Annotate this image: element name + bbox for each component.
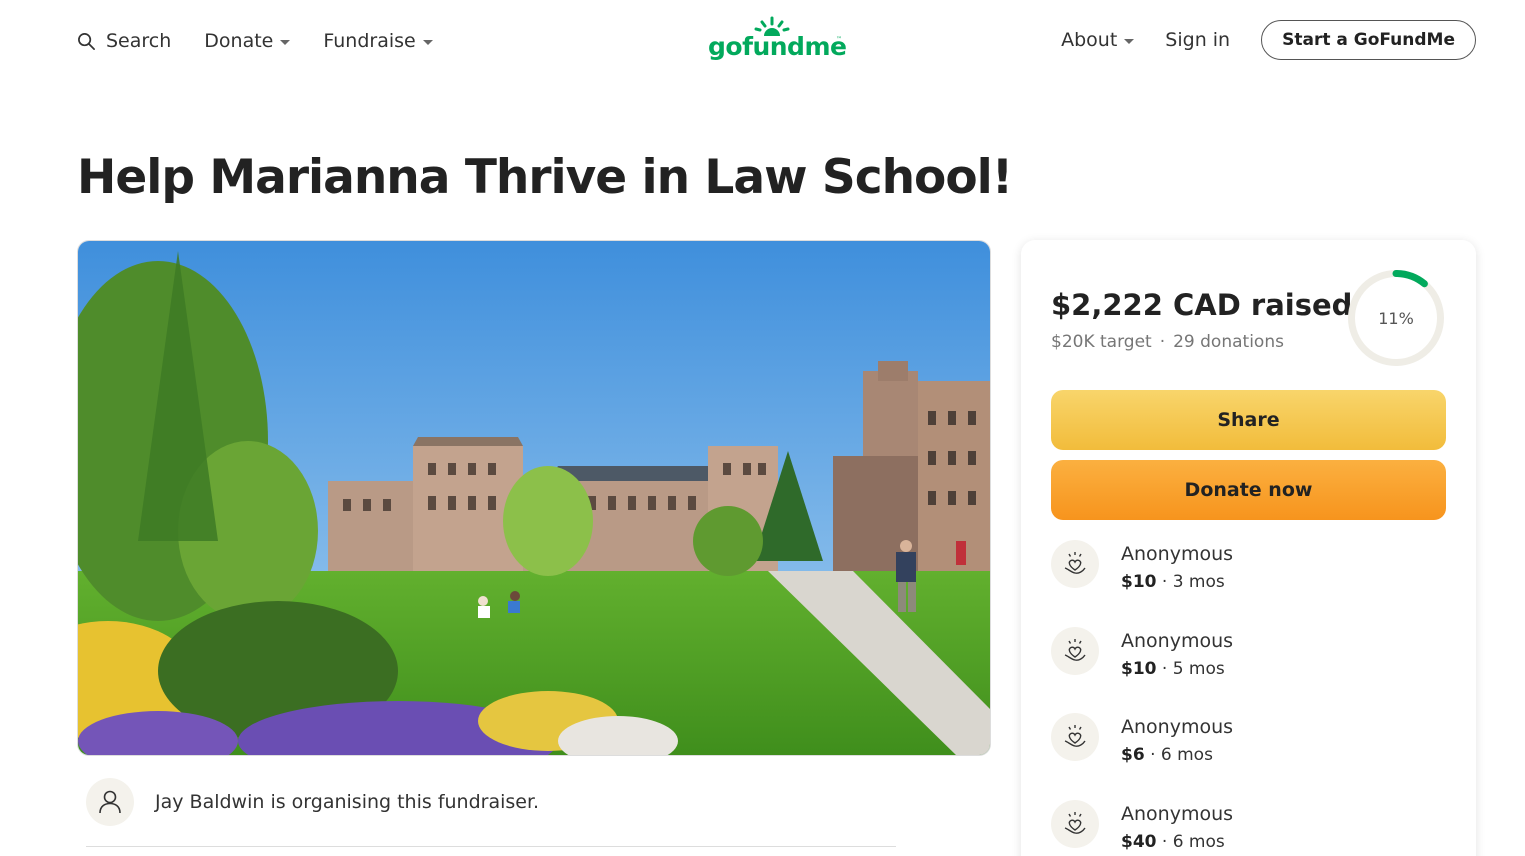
donor-name: Anonymous (1121, 716, 1234, 738)
donation-details: $10 · 5 mos (1121, 659, 1225, 679)
target-amount: $20K target (1051, 332, 1152, 352)
donate-menu-label: Donate (204, 30, 274, 52)
fundraise-menu[interactable]: Fundraise (323, 30, 433, 52)
organizer-avatar (86, 778, 134, 826)
site-header: Search Donate Fundraise gofundme ™ About (0, 0, 1525, 82)
donation-time: · 6 mos (1144, 745, 1213, 765)
donation-details: $10 · 3 mos (1121, 572, 1225, 592)
heart-hand-icon (1051, 799, 1099, 848)
nav-left: Search Donate Fundraise (77, 26, 466, 56)
caret-down-icon (280, 39, 291, 45)
heart-hand-icon (1051, 713, 1099, 761)
divider (86, 846, 896, 847)
donor-name: Anonymous (1121, 543, 1234, 565)
search-button[interactable]: Search (77, 30, 171, 52)
campus-scene-image (78, 241, 990, 755)
donor-name: Anonymous (1121, 802, 1234, 825)
donor-name: Anonymous (1121, 629, 1234, 652)
heart-hand-icon (1051, 540, 1099, 588)
amount-raised: $2,222 CAD raised (1051, 288, 1353, 322)
about-menu-label: About (1061, 29, 1118, 51)
progress-percent: 11% (1378, 308, 1414, 328)
caret-down-icon (1124, 38, 1135, 44)
logo-wordmark: gofundme (708, 32, 847, 61)
donation-amount: $10 (1121, 658, 1157, 679)
about-menu[interactable]: About (1061, 29, 1135, 51)
donation-time: · 5 mos (1156, 658, 1225, 679)
donation-item: Anonymous $10 · 3 mos (1051, 540, 1451, 627)
share-button[interactable]: Share (1051, 390, 1446, 450)
donation-time: · 6 mos (1156, 831, 1225, 852)
gofundme-logo[interactable]: gofundme ™ (708, 16, 848, 66)
donate-menu[interactable]: Donate (204, 30, 291, 52)
start-gofundme-button[interactable]: Start a GoFundMe (1261, 20, 1476, 60)
campaign-title: Help Marianna Thrive in Law School! (77, 150, 1013, 205)
donation-item: Anonymous $6 · 6 mos (1051, 713, 1451, 800)
donation-card: $2,222 CAD raised $20K target · 29 donatio… (1021, 240, 1476, 856)
donation-details: $6 · 6 mos (1121, 745, 1213, 765)
donation-item: Anonymous $40 · 6 mos (1051, 799, 1451, 856)
search-label: Search (106, 30, 172, 52)
organizer-text: Jay Baldwin is organising this fundraise… (155, 791, 540, 813)
meta-separator: · (1159, 332, 1166, 352)
fundraise-menu-label: Fundraise (323, 30, 416, 52)
donation-details: $40 · 6 mos (1121, 832, 1225, 852)
user-icon (99, 790, 121, 814)
donation-amount: $40 (1121, 831, 1157, 852)
organizer-row: Jay Baldwin is organising this fundraise… (86, 778, 539, 826)
donation-time: · 3 mos (1156, 572, 1225, 592)
donation-amount: $10 (1121, 572, 1157, 592)
donation-count: 29 donations (1173, 332, 1284, 352)
sign-in-link[interactable]: Sign in (1165, 29, 1230, 51)
donation-item: Anonymous $10 · 5 mos (1051, 626, 1451, 714)
campaign-hero-image[interactable] (77, 240, 991, 756)
search-icon (78, 32, 95, 50)
sign-in-label: Sign in (1165, 29, 1231, 51)
recent-donations-list: Anonymous $10 · 3 mos Anonymous $10 · 5 … (1051, 540, 1451, 856)
donation-amount: $6 (1121, 745, 1145, 765)
heart-hand-icon (1051, 626, 1099, 675)
campaign-meta: $20K target · 29 donations (1051, 332, 1284, 352)
logo-trademark: ™ (836, 36, 842, 43)
nav-right: About Sign in Start a GoFundMe (1061, 20, 1476, 60)
donate-now-button[interactable]: Donate now (1051, 460, 1446, 520)
caret-down-icon (422, 39, 433, 45)
